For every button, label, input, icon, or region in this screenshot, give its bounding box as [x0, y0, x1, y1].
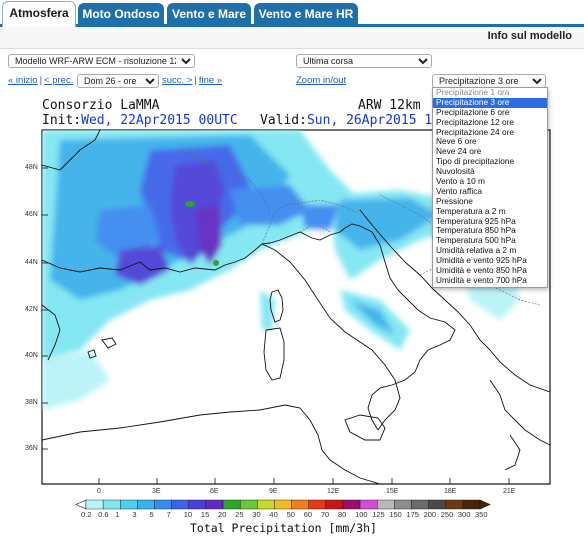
colorbar-swatch	[120, 499, 138, 510]
colorbar-swatch	[257, 499, 275, 510]
colorbar-tick-label: 40	[269, 510, 278, 519]
lon-label-9e: 9E	[269, 488, 278, 495]
colorbar-tick-label: 5	[149, 510, 154, 519]
lat-label-40n: 40N	[25, 352, 38, 359]
colorbar-tick-label: 0.2	[81, 510, 92, 519]
colorbar-tick-label: 250	[440, 510, 454, 519]
colorbar	[75, 499, 491, 510]
colorbar-swatch	[102, 499, 121, 510]
lon-label-3e: 3E	[152, 488, 161, 495]
lon-label-6e: 6E	[210, 488, 219, 495]
lat-label-48n: 48N	[25, 164, 38, 171]
lat-label-38n: 38N	[25, 399, 38, 406]
colorbar-swatch	[291, 499, 309, 510]
colorbar-tick-label: 150	[389, 510, 402, 519]
colorbar-tick-label: 175	[406, 510, 419, 519]
colorbar-swatch	[308, 499, 327, 510]
colorbar-swatch	[188, 499, 207, 510]
colorbar-tick-label: 3	[132, 510, 137, 519]
lat-label-42n: 42N	[25, 306, 38, 313]
colorbar-tick-label: 60	[303, 510, 313, 519]
colorbar-right-arrow	[479, 499, 491, 510]
colorbar-tick-label: 0.6	[98, 510, 109, 519]
colorbar-tick-label: 7	[166, 510, 171, 519]
colorbar-swatch	[85, 499, 104, 510]
lon-label-12e: 12E	[327, 488, 340, 495]
colorbar-left-arrow	[75, 499, 87, 510]
colorbar-swatch	[325, 499, 344, 510]
colorbar-tick-label: 125	[372, 510, 385, 519]
colorbar-tick-label: 50	[286, 510, 295, 519]
colorbar-swatch	[154, 499, 172, 510]
lon-label-18e: 18E	[444, 488, 457, 495]
colorbar-swatch	[359, 499, 378, 510]
colorbar-tick-label: 15	[200, 510, 210, 519]
colorbar-swatch	[394, 499, 412, 510]
colorbar-tick-label: 25	[235, 510, 244, 519]
colorbar-swatch	[462, 499, 481, 510]
colorbar-tick-label: 350	[475, 510, 488, 519]
lon-label-21e: 21E	[503, 488, 516, 495]
colorbar-tick-label: 70	[320, 510, 330, 519]
colorbar-swatch	[222, 499, 241, 510]
lat-label-36n: 36N	[25, 445, 38, 452]
lon-label-15e: 15E	[386, 488, 399, 495]
colorbar-swatch	[137, 499, 155, 510]
colorbar-swatch	[411, 499, 429, 510]
lon-label-0: 0	[97, 488, 101, 495]
colorbar-swatch	[239, 499, 258, 510]
colorbar-tick-label: 80	[337, 510, 347, 519]
colorbar-title: Total Precipitation [mm/3h]	[190, 521, 377, 535]
colorbar-swatch	[171, 499, 189, 510]
colorbar-tick-label: 30	[252, 510, 261, 519]
lat-label-44n: 44N	[25, 259, 38, 266]
colorbar-tick-label: 1	[115, 510, 120, 519]
variable-dropdown-list[interactable]: Precipitazione 1 ora Precipitazione 3 ore…	[432, 87, 548, 288]
colorbar-tick-label: 100	[355, 510, 368, 519]
lat-label-46n: 46N	[25, 211, 38, 218]
colorbar-swatch	[445, 499, 464, 510]
colorbar-tick-label: 20	[218, 510, 227, 519]
colorbar-swatch	[274, 499, 292, 510]
colorbar-swatch	[205, 499, 224, 510]
colorbar-swatch	[377, 499, 395, 510]
colorbar-swatch	[428, 499, 446, 510]
colorbar-tick-label: 200	[423, 510, 437, 519]
colorbar-tick-label: 300	[457, 510, 471, 519]
colorbar-swatch	[342, 499, 361, 510]
dropdown-option[interactable]: Umidità e vento 700 hPa	[433, 275, 547, 286]
colorbar-tick-label: 10	[183, 510, 193, 519]
